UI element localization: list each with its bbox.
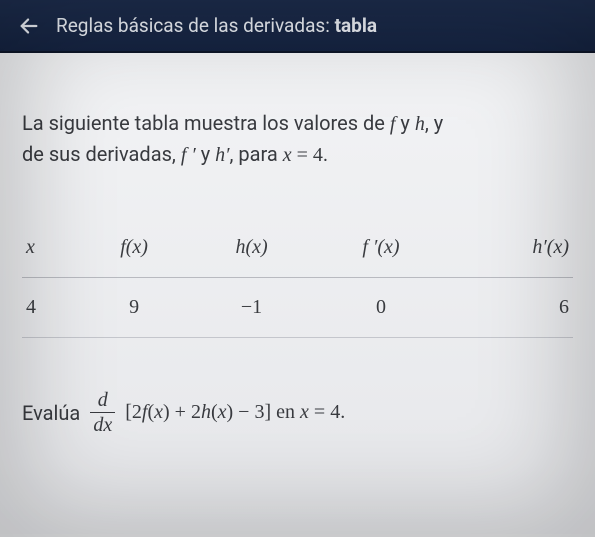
back-arrow-icon[interactable] bbox=[18, 15, 40, 37]
var-hprime: h′ bbox=[215, 144, 229, 166]
col-fx: f(x) bbox=[78, 218, 190, 278]
bracket-open: [ bbox=[125, 401, 132, 423]
at-op: = bbox=[309, 401, 330, 423]
var-h: h bbox=[415, 113, 425, 135]
derivative-operator: d dx bbox=[90, 390, 115, 435]
var-x: x bbox=[283, 144, 292, 166]
text: y bbox=[395, 111, 414, 135]
cell-hx: −1 bbox=[190, 278, 313, 338]
page-title: Reglas básicas de las derivadas: tabla bbox=[56, 14, 377, 37]
col-hpx: h′(x) bbox=[449, 218, 573, 278]
text: , y bbox=[425, 111, 443, 135]
evaluate-label: Evalúa bbox=[22, 401, 80, 425]
content-area: La siguiente tabla muestra los valores d… bbox=[0, 53, 595, 534]
evaluate-expression: Evalúa d dx [2f(x) + 2h(x) − 3] en x = 4… bbox=[22, 390, 573, 435]
equals: = bbox=[292, 144, 313, 166]
cell-hpx: 6 bbox=[449, 278, 573, 338]
values-table: x f(x) h(x) f ′(x) h′(x) 4 9 −1 0 6 bbox=[22, 218, 573, 338]
text: de sus derivadas, bbox=[22, 142, 181, 166]
col-x: x bbox=[22, 218, 78, 278]
text: . bbox=[323, 142, 328, 166]
at-val: 4 bbox=[330, 401, 340, 423]
col-hx: h(x) bbox=[190, 218, 313, 278]
frac-den: dx bbox=[90, 412, 115, 435]
var-fprime: f ′ bbox=[181, 144, 196, 166]
cell-fx: 9 bbox=[78, 278, 190, 338]
at-text: en bbox=[271, 401, 300, 423]
text: , para bbox=[230, 142, 283, 166]
cell-x: 4 bbox=[22, 278, 78, 338]
text: La siguiente tabla muestra los valores d… bbox=[22, 111, 390, 135]
value-4: 4 bbox=[313, 144, 323, 166]
text: y bbox=[196, 142, 215, 166]
top-bar: Reglas básicas de las derivadas: tabla bbox=[0, 0, 595, 53]
period: . bbox=[340, 401, 345, 423]
table-header-row: x f(x) h(x) f ′(x) h′(x) bbox=[22, 218, 573, 278]
table-row: 4 9 −1 0 6 bbox=[22, 278, 573, 338]
frac-num: d bbox=[95, 390, 111, 412]
title-bold: tabla bbox=[335, 14, 377, 37]
expression: [2f(x) + 2h(x) − 3] en x = 4. bbox=[125, 401, 345, 424]
cell-fpx: 0 bbox=[313, 278, 449, 338]
at-var: x bbox=[300, 401, 309, 423]
col-fpx: f ′(x) bbox=[313, 218, 449, 278]
title-prefix: Reglas básicas de las derivadas: bbox=[56, 14, 335, 37]
problem-statement: La siguiente tabla muestra los valores d… bbox=[22, 108, 573, 170]
